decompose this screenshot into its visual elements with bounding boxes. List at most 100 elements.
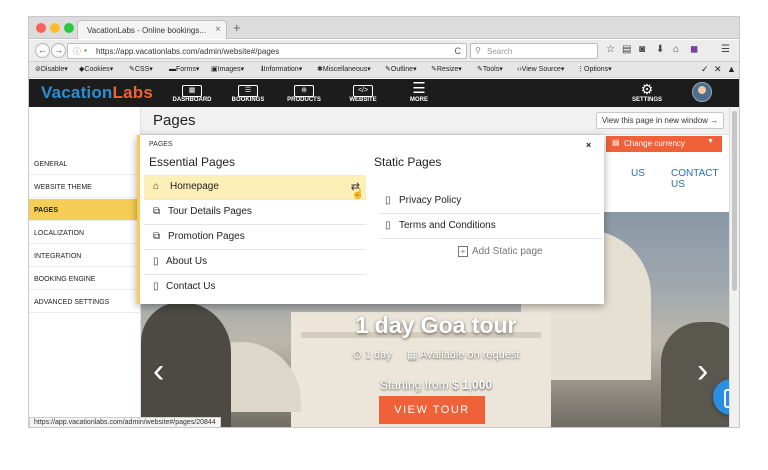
pages-dropdown-menu: PAGES × Essential Pages Static Pages ⌂ H… <box>137 135 604 304</box>
info-icon[interactable]: ⓘ <box>73 46 81 57</box>
dashboard-icon: ▦ <box>170 82 214 97</box>
menu-eyebrow: PAGES <box>149 141 173 148</box>
dev-cookies[interactable]: ◆Cookies▾ <box>79 65 113 73</box>
back-button[interactable]: ← <box>35 43 50 58</box>
pocket-icon[interactable]: ◙ <box>639 44 645 55</box>
menu-item-tour-details[interactable]: ⧉ Tour Details Pages <box>144 200 366 225</box>
cursor-icon: ☝ <box>351 189 364 200</box>
settings-sidebar: GENERAL WEBSITE THEME PAGES LOCALIZATION… <box>29 107 141 427</box>
reading-list-icon[interactable]: ▤ <box>622 44 631 55</box>
dev-information[interactable]: ℹInformation▾ <box>261 65 302 73</box>
sidebar-item-website-theme[interactable]: WEBSITE THEME <box>29 176 141 198</box>
carousel-prev-icon[interactable]: ‹ <box>153 352 164 391</box>
navigation-bar: ← → ⓘ ▪ https://app.vacationlabs.com/adm… <box>29 40 739 62</box>
dev-disable[interactable]: ⊘Disable▾ <box>35 65 68 73</box>
tour-meta: ⊙ 1 day ▦ Available on request <box>352 349 520 361</box>
avatar[interactable] <box>692 82 712 102</box>
file-icon: ▯ <box>385 220 391 231</box>
dev-css[interactable]: ✎CSS▾ <box>129 65 153 73</box>
nav-website[interactable]: </> WEBSITE <box>341 82 385 103</box>
menu-item-terms-and-conditions[interactable]: ▯ Terms and Conditions <box>379 214 601 239</box>
sidebar-item-pages[interactable]: PAGES <box>29 199 141 221</box>
search-icon: ⚲ <box>475 46 481 55</box>
close-window-button[interactable] <box>36 23 46 33</box>
dev-images[interactable]: ▣Images▾ <box>211 65 244 73</box>
scrollbar-thumb[interactable] <box>732 111 737 291</box>
menu-item-promotion-pages[interactable]: ⧉ Promotion Pages <box>144 225 366 250</box>
status-bar-url: https://app.vacationlabs.com/admin/websi… <box>29 417 221 427</box>
developer-toolbar: ⊘Disable▾ ◆Cookies▾ ✎CSS▾ ▬Forms▾ ▣Image… <box>29 62 739 78</box>
menu-item-about-us[interactable]: ▯ About Us <box>144 250 366 275</box>
sidebar-item-general[interactable]: GENERAL <box>29 153 141 175</box>
browser-window: VacationLabs - Online bookings... × + ← … <box>28 16 740 428</box>
sidebar-item-booking-engine[interactable]: BOOKING ENGINE <box>29 268 141 290</box>
nav-bookings[interactable]: ☰ BOOKINGS <box>226 82 270 103</box>
dev-forms[interactable]: ▬Forms▾ <box>169 65 199 73</box>
check-icon[interactable]: ✓ <box>701 64 709 75</box>
menu-item-privacy-policy[interactable]: ▯ Privacy Policy <box>379 189 601 214</box>
bookings-icon: ☰ <box>226 82 270 97</box>
tab-close-icon[interactable]: × <box>215 24 221 35</box>
dev-resize[interactable]: ✎Resize▾ <box>431 65 462 73</box>
nav-dashboard[interactable]: ▦ DASHBOARD <box>170 82 214 103</box>
static-pages-heading: Static Pages <box>374 155 442 169</box>
menu-item-homepage[interactable]: ⌂ Homepage ⇄ ☝ <box>144 175 366 200</box>
zoom-window-button[interactable] <box>64 23 74 33</box>
download-icon[interactable]: ⬇ <box>656 44 664 55</box>
clock-icon: ⊙ <box>352 349 362 361</box>
file-icon: ▯ <box>153 256 159 267</box>
page-scrollbar[interactable] <box>729 107 739 427</box>
carousel-next-icon[interactable]: › <box>697 352 708 391</box>
page-title-bar: Pages View this page in new window → <box>141 107 731 135</box>
browser-tab[interactable]: VacationLabs - Online bookings... × <box>77 20 227 39</box>
nav-settings[interactable]: ⚙ SETTINGS <box>625 82 669 103</box>
vacationlabs-logo[interactable]: VacationLabs <box>41 83 153 103</box>
dev-view-source[interactable]: ‹›View Source▾ <box>517 65 564 73</box>
products-icon: ⊕ <box>282 82 326 97</box>
page-title: Pages <box>153 112 196 129</box>
url-text: https://app.vacationlabs.com/admin/websi… <box>96 47 280 56</box>
home-icon[interactable]: ⌂ <box>673 44 679 55</box>
lock-icon: ▪ <box>84 46 87 55</box>
tab-title: VacationLabs - Online bookings... <box>87 26 207 35</box>
dev-tools[interactable]: ✎Tools▾ <box>477 65 503 73</box>
forward-button[interactable]: → <box>51 43 66 58</box>
minimize-window-button[interactable] <box>50 23 60 33</box>
file-icon: ▯ <box>385 195 391 206</box>
url-bar[interactable]: ⓘ ▪ https://app.vacationlabs.com/admin/w… <box>67 43 467 59</box>
bookmark-star-icon[interactable]: ☆ <box>606 44 615 55</box>
menu-item-contact-us[interactable]: ▯ Contact Us <box>144 275 366 300</box>
change-currency-button[interactable]: ▤ Change currency ▼ <box>606 136 722 152</box>
view-tour-button[interactable]: VIEW TOUR <box>379 396 485 424</box>
dev-outline[interactable]: ✎Outline▾ <box>385 65 417 73</box>
copy-pages-icon: ⧉ <box>153 231 161 242</box>
warning-icon[interactable]: ▲ <box>727 64 736 74</box>
copy-pages-icon: ⧉ <box>153 206 161 217</box>
add-static-page-button[interactable]: + Add Static page <box>458 246 543 257</box>
sidebar-item-advanced-settings[interactable]: ADVANCED SETTINGS <box>29 291 141 313</box>
chevron-down-icon: ▼ <box>707 138 714 145</box>
dev-options[interactable]: ⋮Options▾ <box>577 65 612 73</box>
essential-pages-heading: Essential Pages <box>149 155 236 169</box>
search-placeholder: Search <box>487 47 513 56</box>
extension-icon[interactable]: ◼ <box>690 44 698 55</box>
preview-nav-us[interactable]: US <box>631 168 645 179</box>
menu-close-icon[interactable]: × <box>586 140 591 150</box>
app-header: VacationLabs ▦ DASHBOARD ☰ BOOKINGS ⊕ PR… <box>29 79 739 107</box>
nav-more[interactable]: ☰ MORE <box>397 81 441 103</box>
gear-icon: ⚙ <box>640 81 654 97</box>
sidebar-item-integration[interactable]: INTEGRATION <box>29 245 141 267</box>
reload-icon[interactable]: C <box>455 46 462 56</box>
currency-icon: ▤ <box>612 138 620 147</box>
nav-products[interactable]: ⊕ PRODUCTS <box>282 82 326 103</box>
view-in-new-window-button[interactable]: View this page in new window → <box>596 112 724 129</box>
menu-hamburger-icon[interactable]: ☰ <box>721 44 730 55</box>
new-tab-button[interactable]: + <box>233 20 241 35</box>
website-code-icon: </> <box>341 82 385 97</box>
close-icon[interactable]: ✕ <box>714 64 722 75</box>
preview-nav-contact-us[interactable]: CONTACT US <box>671 168 731 190</box>
dev-miscellaneous[interactable]: ✱Miscellaneous▾ <box>317 65 371 73</box>
sidebar-item-localization[interactable]: LOCALIZATION <box>29 222 141 244</box>
search-input[interactable]: ⚲ Search <box>470 43 598 59</box>
tab-strip: VacationLabs - Online bookings... × + <box>29 17 739 39</box>
